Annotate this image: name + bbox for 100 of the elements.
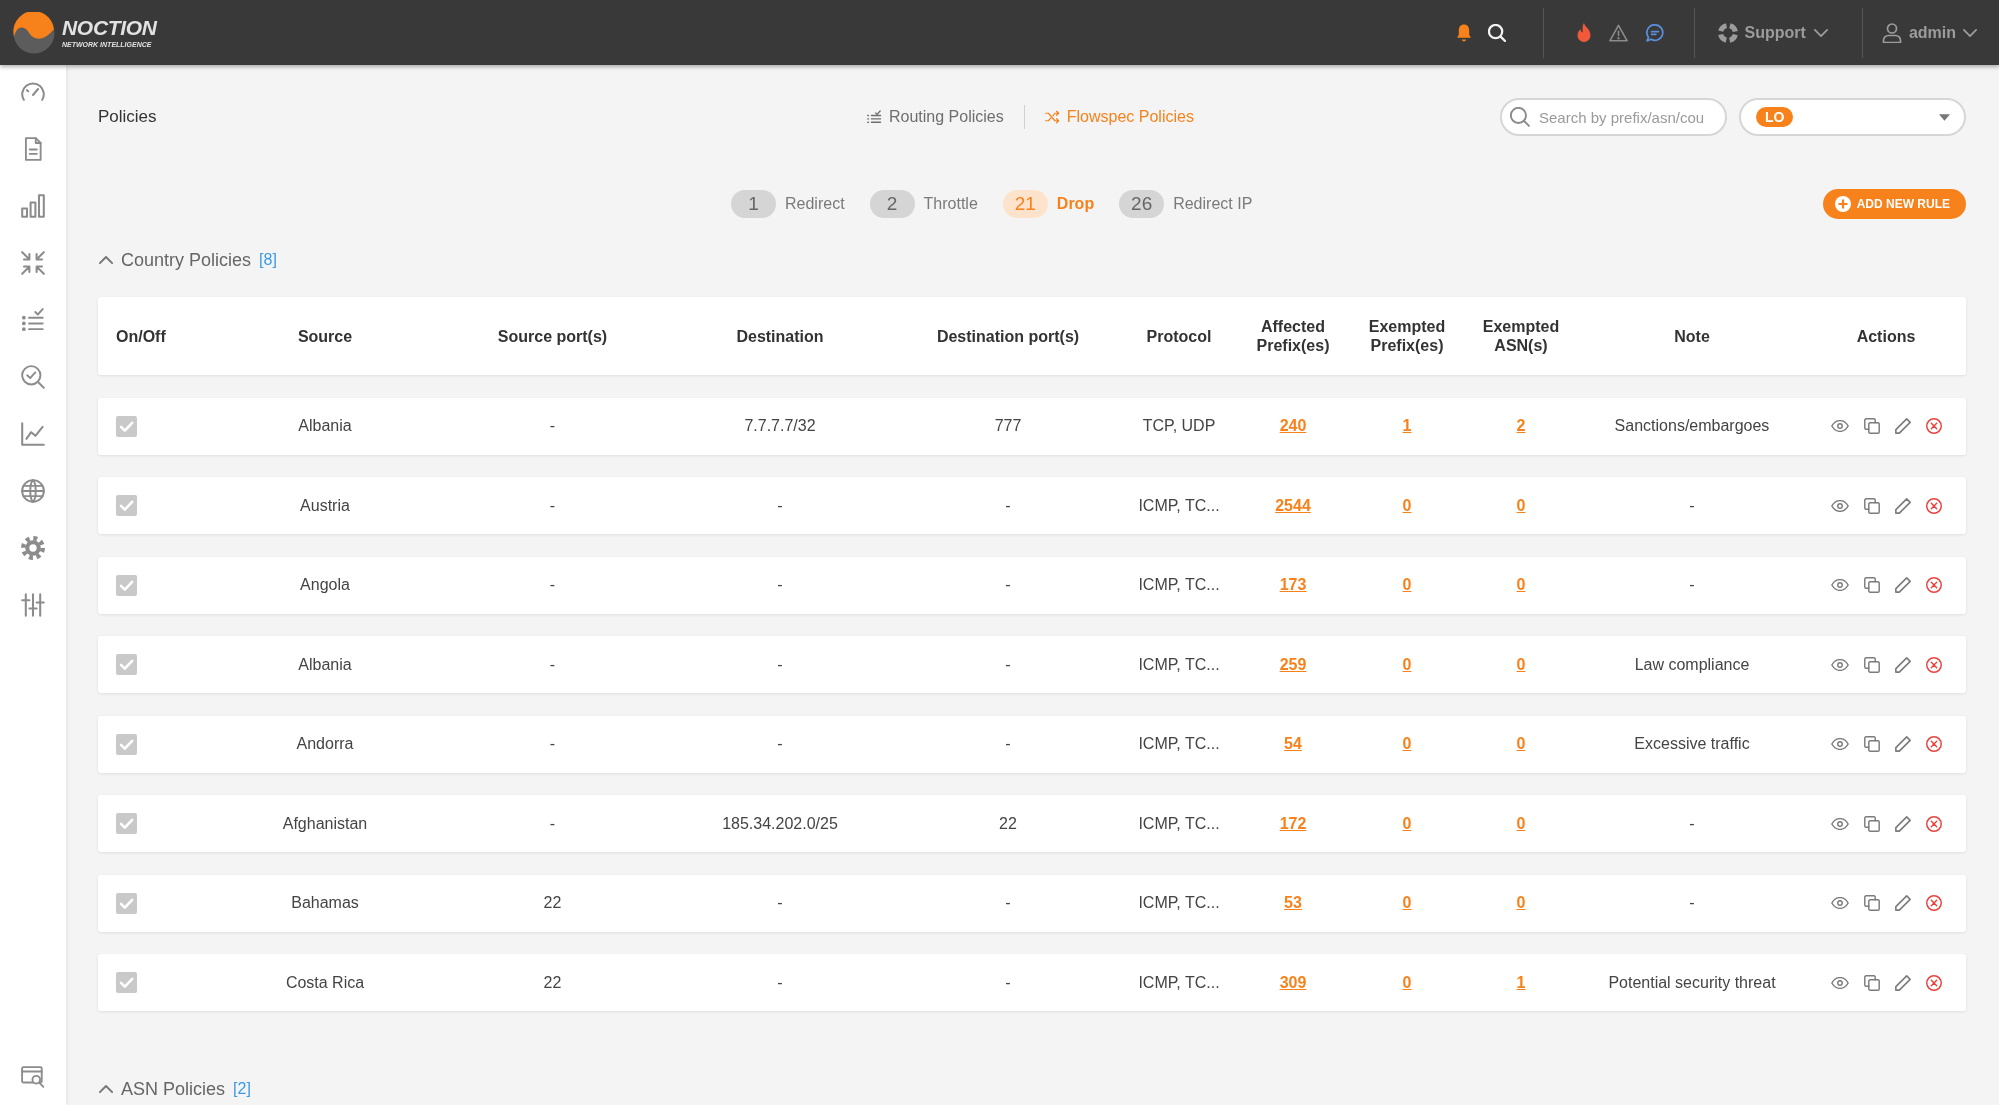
filter-label[interactable]: Redirect xyxy=(785,195,845,213)
checkbox[interactable] xyxy=(116,813,137,834)
user-icon xyxy=(1881,22,1902,43)
copy-icon[interactable] xyxy=(1863,895,1880,911)
gauge-icon[interactable] xyxy=(21,80,45,104)
table-cell: Albania xyxy=(298,417,352,435)
table-cell: - xyxy=(1689,894,1695,912)
count-link[interactable]: 0 xyxy=(1516,576,1526,594)
x-circle-icon[interactable] xyxy=(1925,656,1942,673)
count-link[interactable]: 173 xyxy=(1279,576,1307,594)
copy-icon[interactable] xyxy=(1863,815,1880,832)
pencil-icon[interactable] xyxy=(1894,418,1911,434)
magnifier-check-icon[interactable] xyxy=(21,365,45,389)
pencil-icon[interactable] xyxy=(1894,974,1911,991)
filter-label[interactable]: Redirect IP xyxy=(1173,195,1253,213)
count-link[interactable]: 172 xyxy=(1279,814,1307,833)
line-chart-icon[interactable] xyxy=(21,422,45,446)
globe-icon[interactable] xyxy=(21,479,45,503)
count-link[interactable]: 0 xyxy=(1402,894,1412,912)
user-menu[interactable]: admin xyxy=(1881,22,1977,43)
eye-icon[interactable] xyxy=(1830,420,1849,432)
table-cell: 7.7.7.7/32 xyxy=(744,417,816,435)
checkbox[interactable] xyxy=(116,654,137,675)
pencil-icon[interactable] xyxy=(1894,895,1911,911)
support-menu[interactable]: Support xyxy=(1717,22,1828,43)
flame-icon[interactable] xyxy=(1574,22,1593,43)
copy-icon[interactable] xyxy=(1863,656,1880,673)
checkbox[interactable] xyxy=(116,892,137,914)
eye-icon[interactable] xyxy=(1830,658,1849,671)
window-search-icon[interactable] xyxy=(21,1065,45,1089)
count-link[interactable]: 0 xyxy=(1402,814,1412,833)
search-field[interactable]: Search by prefix/asn/cou xyxy=(1500,98,1727,136)
count-link[interactable]: 0 xyxy=(1402,973,1412,992)
x-circle-icon[interactable] xyxy=(1925,895,1942,911)
sliders-icon[interactable] xyxy=(21,593,45,617)
count-link[interactable]: 0 xyxy=(1516,735,1526,753)
count-link[interactable]: 240 xyxy=(1279,417,1307,435)
eye-icon[interactable] xyxy=(1830,738,1849,750)
copy-icon[interactable] xyxy=(1863,974,1880,991)
count-link[interactable]: 0 xyxy=(1516,894,1526,912)
count-link[interactable]: 0 xyxy=(1402,576,1412,594)
count-link[interactable]: 0 xyxy=(1516,496,1526,515)
warning-icon[interactable] xyxy=(1608,23,1628,42)
filter-label[interactable]: Throttle xyxy=(923,195,978,213)
count-link[interactable]: 2544 xyxy=(1275,496,1311,515)
x-circle-icon[interactable] xyxy=(1925,815,1942,832)
count-link[interactable]: 0 xyxy=(1516,814,1526,833)
count-link[interactable]: 0 xyxy=(1516,655,1526,674)
arrows-inward-icon[interactable] xyxy=(21,251,45,275)
count-link[interactable]: 309 xyxy=(1279,973,1307,992)
pencil-icon[interactable] xyxy=(1894,656,1911,673)
checkbox[interactable] xyxy=(116,495,137,516)
x-circle-icon[interactable] xyxy=(1925,974,1942,991)
table-cell: Costa Rica xyxy=(285,973,365,992)
copy-icon[interactable] xyxy=(1863,577,1880,593)
chat-bubble-icon[interactable] xyxy=(1645,23,1664,42)
x-circle-icon[interactable] xyxy=(1925,577,1942,593)
checkbox[interactable] xyxy=(116,574,137,596)
policy-tab[interactable]: Flowspec Policies xyxy=(1044,108,1194,126)
eye-icon[interactable] xyxy=(1830,976,1849,989)
checkbox[interactable] xyxy=(116,415,137,437)
table-cell: Afghanistan xyxy=(282,814,368,833)
chevron-up-icon[interactable] xyxy=(99,255,113,265)
eye-icon[interactable] xyxy=(1830,579,1849,591)
count-link[interactable]: 1 xyxy=(1516,973,1526,992)
settings-icon[interactable] xyxy=(21,536,45,560)
pencil-icon[interactable] xyxy=(1894,815,1911,832)
pencil-icon[interactable] xyxy=(1894,577,1911,593)
eye-icon[interactable] xyxy=(1830,897,1849,909)
checklist-icon[interactable] xyxy=(21,308,45,332)
column-header: Destination xyxy=(736,326,824,346)
pencil-icon[interactable] xyxy=(1894,497,1911,514)
shuffle-icon xyxy=(1044,110,1060,124)
count-link[interactable]: 0 xyxy=(1402,655,1412,674)
chevron-up-icon[interactable] xyxy=(99,1084,113,1094)
copy-icon[interactable] xyxy=(1863,736,1880,752)
count-link[interactable]: 1 xyxy=(1402,417,1412,435)
bar-chart-icon[interactable] xyxy=(21,194,45,218)
pencil-icon[interactable] xyxy=(1894,736,1911,752)
count-link[interactable]: 2 xyxy=(1516,417,1526,435)
x-circle-icon[interactable] xyxy=(1925,736,1942,752)
instance-select[interactable]: LO xyxy=(1739,98,1966,136)
count-link[interactable]: 54 xyxy=(1284,735,1302,753)
policy-tab[interactable]: Routing Policies xyxy=(867,108,1004,126)
copy-icon[interactable] xyxy=(1863,497,1880,514)
count-link[interactable]: 0 xyxy=(1402,735,1412,753)
count-link[interactable]: 53 xyxy=(1284,894,1302,912)
x-circle-icon[interactable] xyxy=(1925,418,1942,434)
bell-icon[interactable] xyxy=(1454,23,1473,42)
eye-icon[interactable] xyxy=(1830,499,1849,512)
eye-icon[interactable] xyxy=(1830,817,1849,830)
search-icon[interactable] xyxy=(1487,23,1506,42)
filter-label[interactable]: Drop xyxy=(1056,195,1095,213)
checkbox[interactable] xyxy=(116,733,137,755)
add-rule-button[interactable]: ADD NEW RULE xyxy=(1822,189,1966,219)
x-circle-icon[interactable] xyxy=(1925,497,1942,514)
copy-icon[interactable] xyxy=(1863,418,1880,434)
count-link[interactable]: 259 xyxy=(1279,655,1307,674)
count-link[interactable]: 0 xyxy=(1402,496,1412,515)
checkbox[interactable] xyxy=(116,972,137,993)
